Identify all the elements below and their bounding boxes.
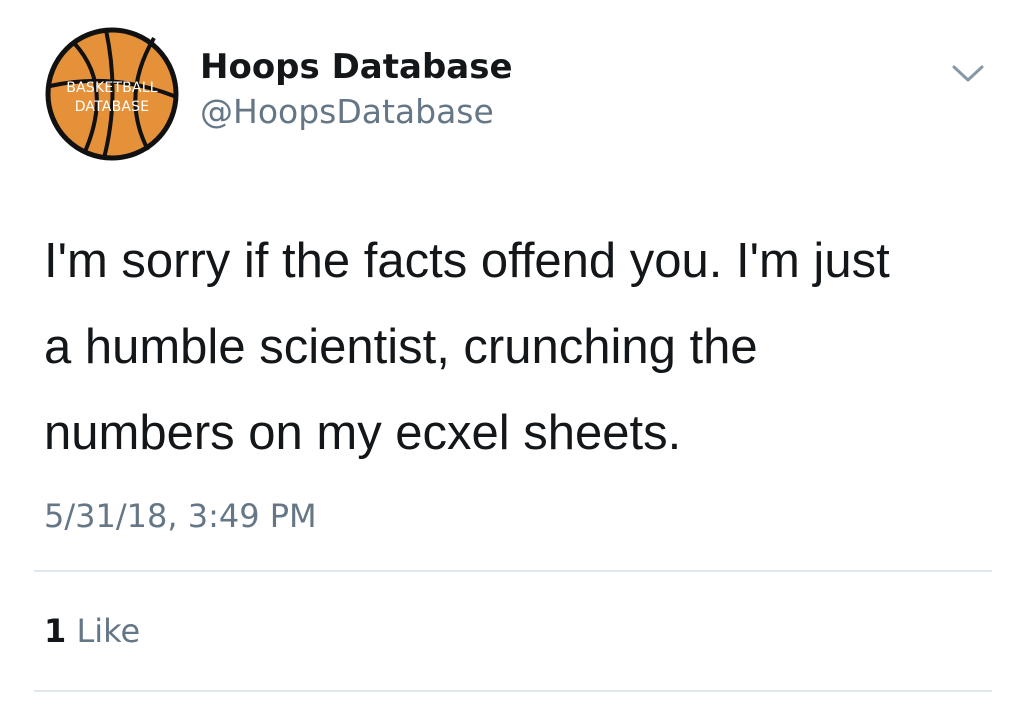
avatar[interactable]: BASKETBALL DATABASE (44, 26, 180, 162)
likes-count: 1 (44, 612, 67, 650)
avatar-logo-text-line2: DATABASE (74, 100, 150, 114)
tweet-timestamp[interactable]: 5/31/18, 3:49 PM (44, 494, 317, 538)
display-name[interactable]: Hoops Database (200, 46, 513, 88)
likes-stat[interactable]: 1 Like (44, 609, 140, 653)
divider (34, 690, 992, 692)
avatar-logo-text-line1: BASKETBALL (66, 81, 158, 95)
tweet-text-line: numbers on my ecxel sheets. (44, 406, 682, 460)
chevron-down-icon (952, 65, 984, 82)
tweet-text: I'm sorry if the facts offend you. I'm j… (44, 218, 1004, 476)
tweet-text-line: I'm sorry if the facts offend you. I'm j… (44, 234, 890, 288)
user-handle[interactable]: @HoopsDatabase (200, 91, 494, 133)
divider (34, 570, 992, 572)
likes-label: Like (76, 612, 141, 650)
tweet-text-line: a humble scientist, crunching the (44, 320, 758, 374)
tweet-card: BASKETBALL DATABASE Hoops Database @Hoop… (0, 0, 1024, 706)
tweet-menu-button[interactable] (948, 58, 988, 88)
